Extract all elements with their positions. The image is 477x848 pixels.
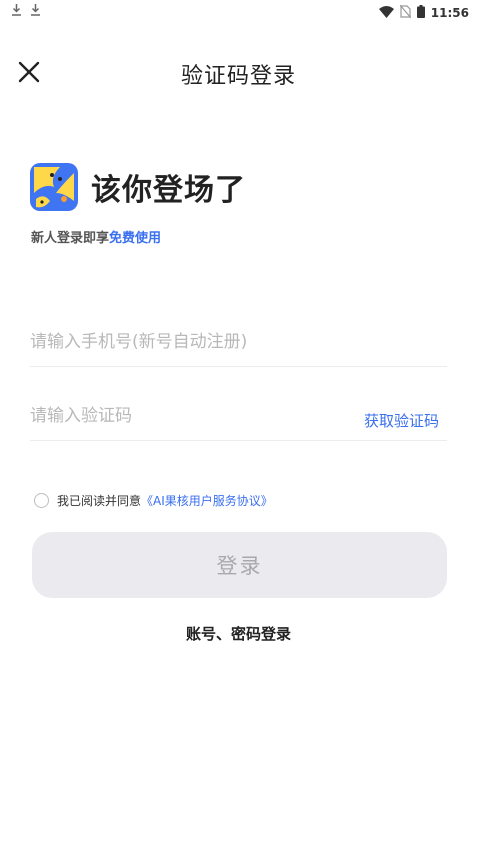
agreement-prefix: 我已阅读并同意	[57, 494, 142, 508]
brand-subtitle: 新人登录即享免费使用	[31, 227, 161, 246]
password-login-link[interactable]: 账号、密码登录	[0, 623, 477, 644]
download-icon	[30, 3, 41, 17]
get-code-button[interactable]: 获取验证码	[364, 410, 439, 431]
header: 验证码登录	[0, 50, 477, 94]
page-title: 验证码登录	[180, 64, 296, 89]
status-right: 11:56	[378, 3, 469, 22]
brand-subtitle-highlight: 免费使用	[109, 231, 162, 246]
agreement-link[interactable]: 《AI果核用户服务协议》	[141, 492, 273, 509]
wifi-icon	[378, 3, 394, 22]
verification-code-input[interactable]	[30, 396, 330, 436]
status-time: 11:56	[430, 5, 469, 20]
brand-subtitle-prefix: 新人登录即享	[31, 231, 110, 246]
login-button[interactable]: 登录	[32, 532, 447, 598]
code-field: 获取验证码	[30, 396, 447, 441]
agreement: 我已阅读并同意 《AI果核用户服务协议》	[34, 492, 273, 509]
battery-icon	[416, 3, 425, 22]
agreement-radio[interactable]	[34, 493, 49, 508]
download-icon	[11, 3, 22, 17]
brand: 该你登场了	[30, 163, 246, 211]
phone-field	[30, 322, 447, 367]
phone-input[interactable]	[30, 322, 330, 362]
status-bar: 11:56	[0, 0, 477, 22]
app-logo	[30, 163, 78, 211]
no-sim-icon	[399, 3, 412, 22]
brand-heading: 该你登场了	[91, 173, 246, 208]
status-left	[11, 3, 41, 17]
